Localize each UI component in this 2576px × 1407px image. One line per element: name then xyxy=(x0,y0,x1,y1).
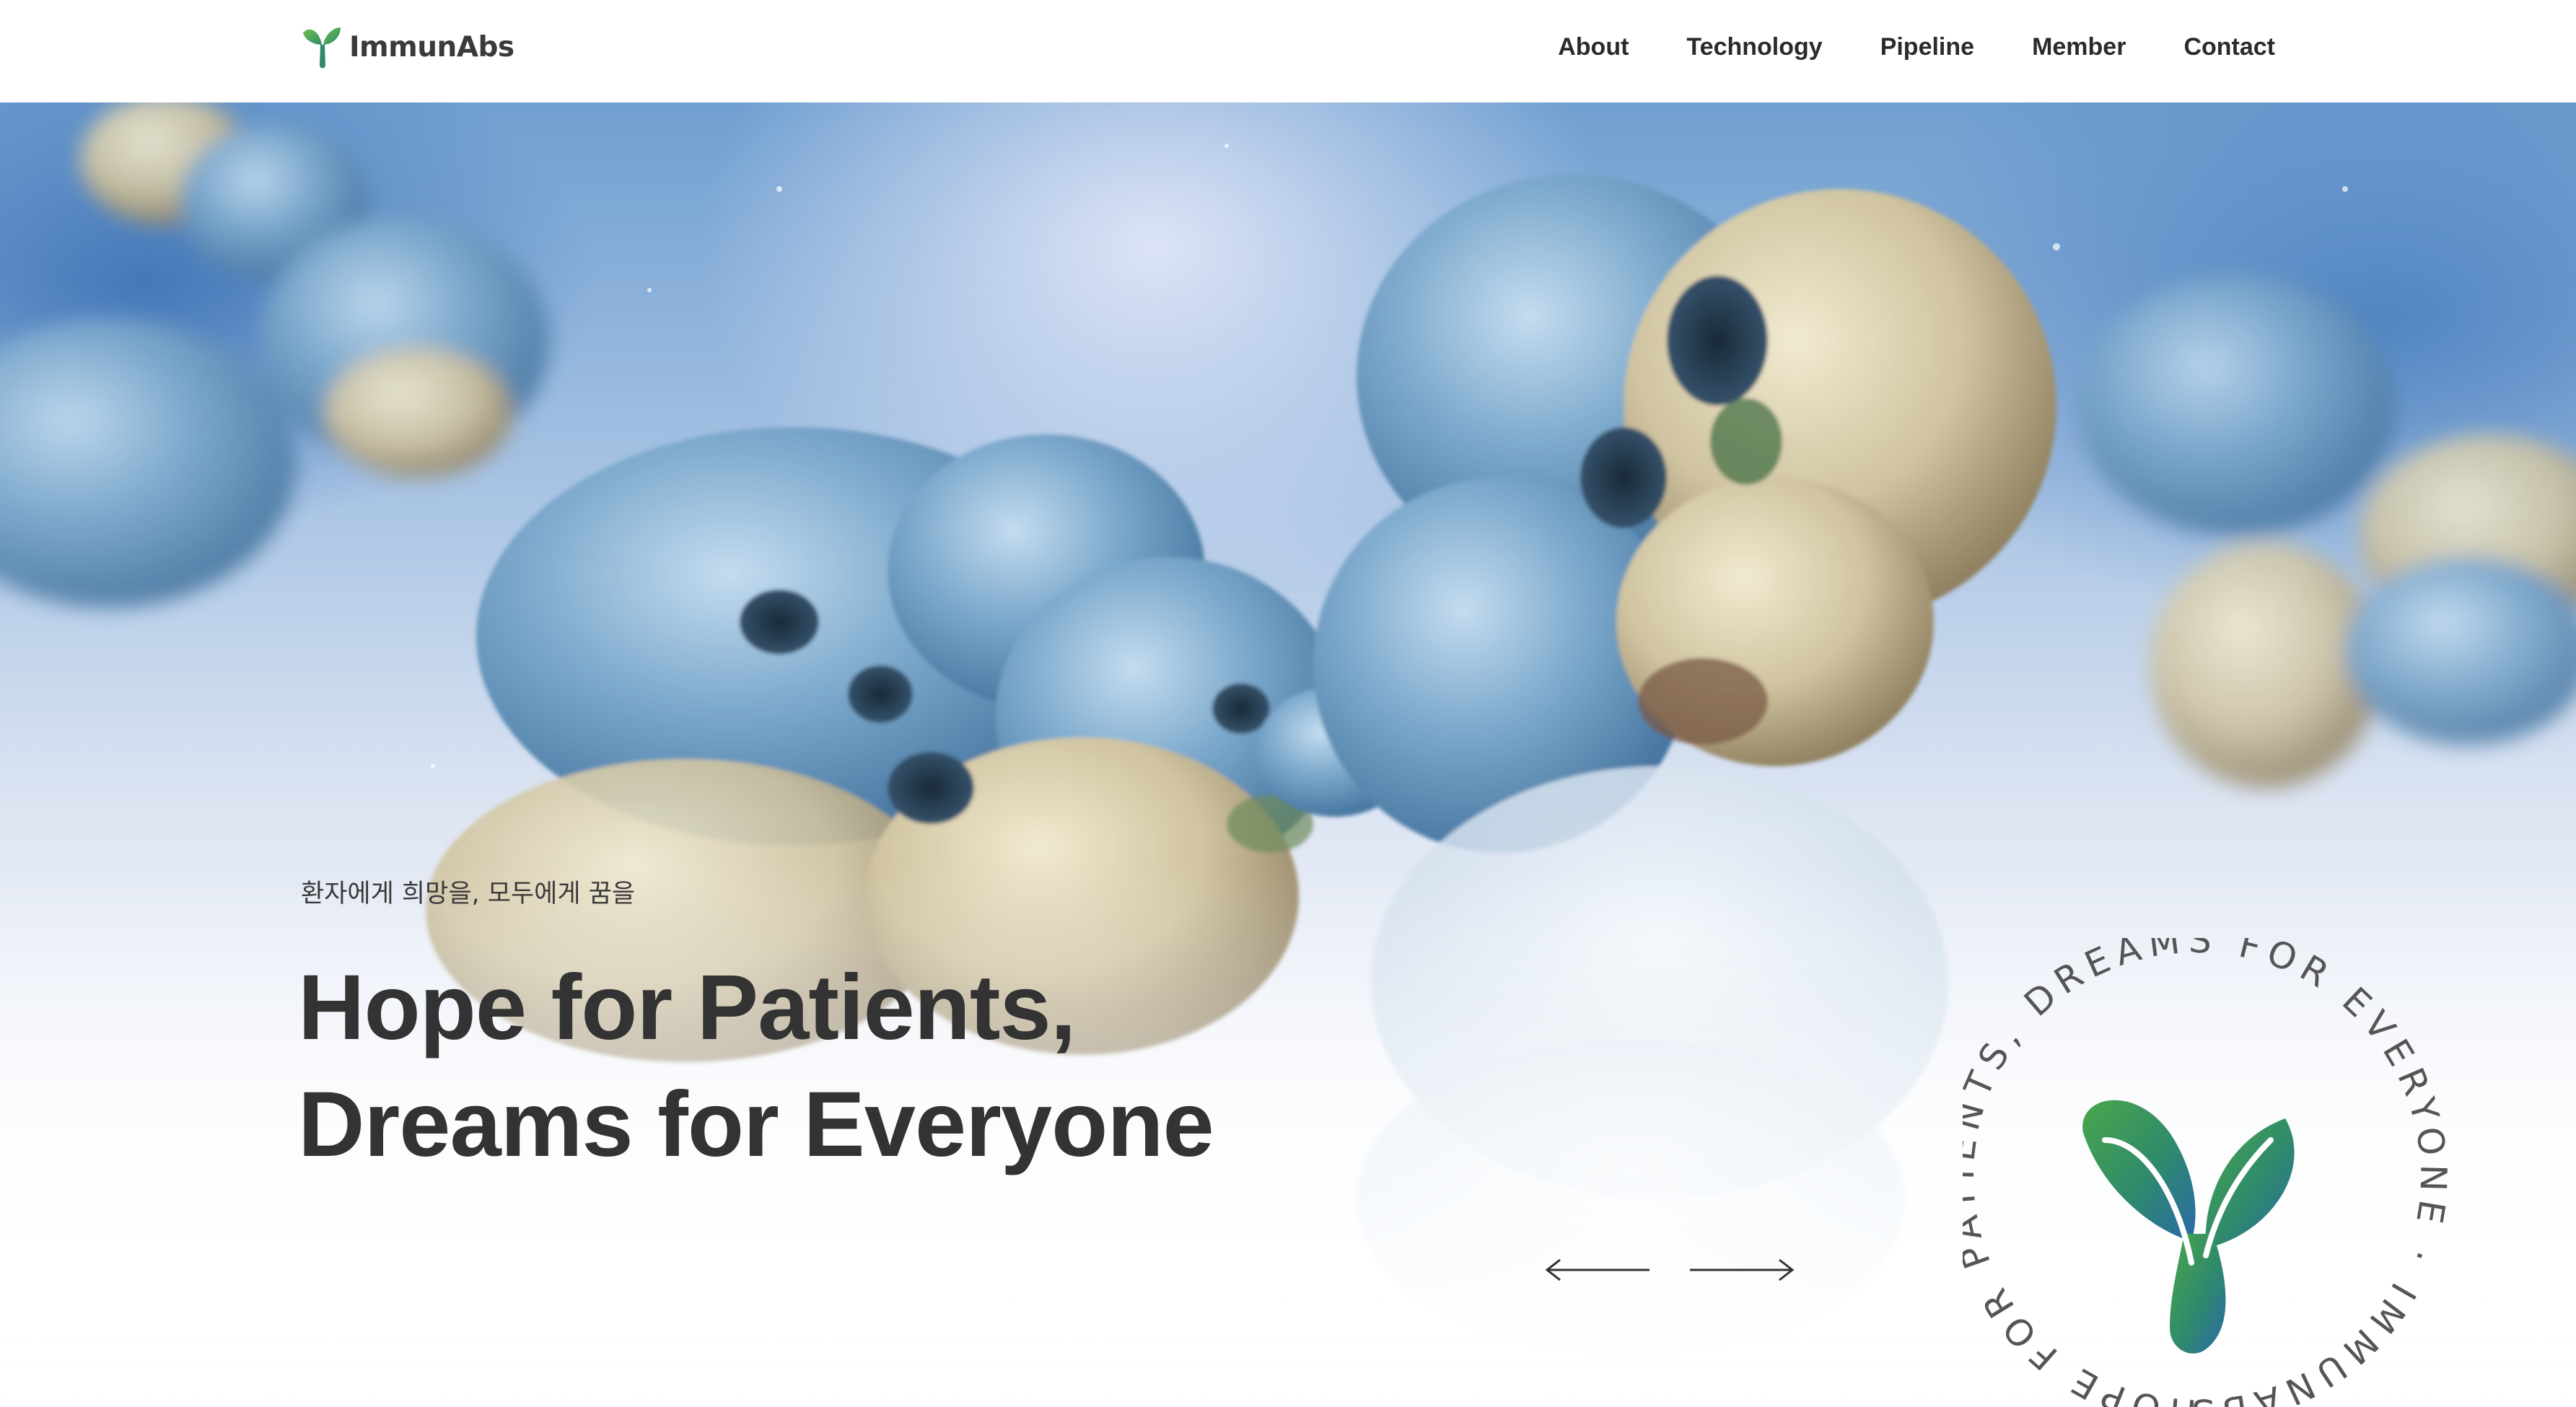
nav-member[interactable]: Member xyxy=(2032,33,2126,61)
brand-name: ImmunAbs xyxy=(349,30,514,63)
nav-technology[interactable]: Technology xyxy=(1686,33,1822,61)
hero-title-line-2: Dreams for Everyone xyxy=(298,1073,1214,1176)
arrow-left-icon xyxy=(1545,1258,1650,1281)
arrow-right-icon xyxy=(1690,1258,1795,1281)
hero-title-line-1: Hope for Patients, xyxy=(298,956,1076,1059)
slide-prev-button[interactable] xyxy=(1544,1255,1652,1284)
site-header: ImmunAbs About Technology Pipeline Membe… xyxy=(0,0,2576,102)
main-nav: About Technology Pipeline Member Contact xyxy=(1558,27,2275,66)
slide-next-button[interactable] xyxy=(1687,1255,1795,1284)
brand-logo[interactable]: ImmunAbs xyxy=(300,22,514,72)
nav-contact[interactable]: Contact xyxy=(2183,33,2275,61)
y-sprout-logo-icon xyxy=(303,27,341,69)
nav-pipeline[interactable]: Pipeline xyxy=(1880,33,1974,61)
rotating-badge: HOPE FOR PATIENTS, DREAMS FOR EVERYONE ·… xyxy=(1963,938,2453,1407)
y-antibody-icon xyxy=(2082,1100,2295,1354)
hero-subtitle: 환자에게 희망을, 모두에게 꿈을 xyxy=(301,880,636,908)
hero-title: Hope for Patients, Dreams for Everyone xyxy=(298,950,1214,1183)
nav-about[interactable]: About xyxy=(1558,33,1629,61)
